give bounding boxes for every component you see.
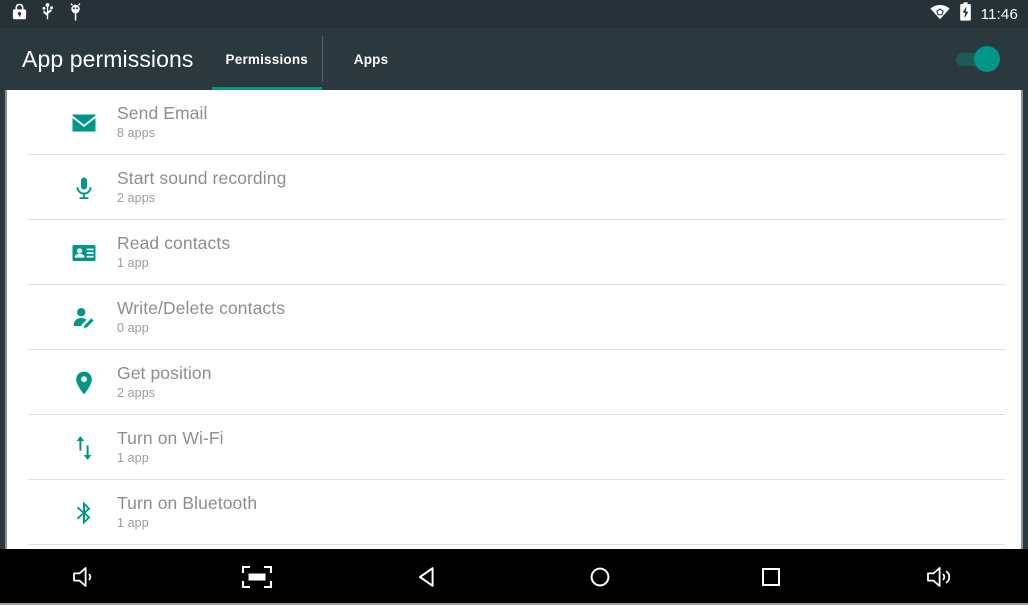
android-screen: 11:46 App permissions Permissions Apps S… xyxy=(0,0,1028,605)
app-bar: App permissions Permissions Apps xyxy=(0,28,1028,90)
list-item-text: Get position 2 apps xyxy=(117,363,212,402)
data-transfer-icon xyxy=(62,435,106,461)
list-item-title: Read contacts xyxy=(117,233,231,253)
contact-card-icon xyxy=(62,240,106,266)
permissions-list-container: Send Email 8 apps Start sound recording … xyxy=(0,90,1028,549)
list-item-text: Read contacts 1 app xyxy=(117,233,230,272)
list-item-count: 1 app xyxy=(117,516,149,530)
home-icon[interactable] xyxy=(514,549,685,605)
microphone-icon xyxy=(62,175,106,201)
wifi-icon xyxy=(929,4,950,25)
list-item-text: Write/Delete contacts 0 app xyxy=(117,298,285,337)
list-item-title: Write/Delete contacts xyxy=(117,298,286,318)
toggle-knob xyxy=(974,46,1000,72)
list-item-count: 0 app xyxy=(117,321,149,335)
page-title: App permissions xyxy=(22,45,194,72)
screenshot-icon[interactable] xyxy=(171,549,342,605)
navigation-bar xyxy=(0,549,1028,605)
volume-down-icon[interactable] xyxy=(0,549,171,605)
list-item-count: 1 app xyxy=(117,256,149,270)
list-item[interactable]: Send Email 8 apps xyxy=(5,90,1023,155)
bluetooth-icon xyxy=(62,500,106,526)
permissions-list: Send Email 8 apps Start sound recording … xyxy=(5,90,1023,545)
tab-permissions-label: Permissions xyxy=(225,51,309,67)
list-item[interactable]: Turn on Bluetooth 1 app xyxy=(5,480,1023,545)
tab-apps[interactable]: Apps xyxy=(323,28,419,90)
list-item-title: Start sound recording xyxy=(117,168,287,188)
list-item-title: Get position xyxy=(117,363,212,383)
recents-icon[interactable] xyxy=(685,549,856,605)
list-item[interactable]: Read contacts 1 app xyxy=(5,220,1023,285)
list-item-text: Turn on Wi-Fi 1 app xyxy=(117,428,224,467)
status-bar-left-icons xyxy=(12,2,83,26)
list-item[interactable]: Turn on Wi-Fi 1 app xyxy=(5,415,1023,480)
list-item-count: 2 apps xyxy=(117,191,156,205)
list-item-count: 8 apps xyxy=(117,126,156,140)
list-item-count: 2 apps xyxy=(117,386,156,400)
list-item-title: Turn on Bluetooth xyxy=(117,493,258,513)
list-item[interactable]: Get position 2 apps xyxy=(5,350,1023,415)
tab-permissions[interactable]: Permissions xyxy=(211,28,323,90)
list-item-title: Send Email xyxy=(117,103,208,123)
master-toggle[interactable] xyxy=(954,46,1006,72)
list-item-count: 1 app xyxy=(117,451,149,465)
list-item[interactable]: Write/Delete contacts 0 app xyxy=(5,285,1023,350)
status-bar-right-icons: 11:46 xyxy=(929,2,1018,26)
status-clock: 11:46 xyxy=(980,5,1018,23)
usb-icon xyxy=(41,2,54,26)
battery-charging-icon xyxy=(959,2,972,26)
list-item-title: Turn on Wi-Fi xyxy=(117,428,224,448)
tab-bar: Permissions Apps xyxy=(211,28,420,90)
email-icon xyxy=(62,110,106,136)
debug-icon xyxy=(68,2,83,26)
list-item[interactable]: Start sound recording 2 apps xyxy=(5,155,1023,220)
person-edit-icon xyxy=(62,305,106,331)
back-icon[interactable] xyxy=(343,549,514,605)
list-item-text: Send Email 8 apps xyxy=(117,103,208,142)
location-pin-icon xyxy=(62,370,106,396)
list-item-text: Start sound recording 2 apps xyxy=(117,168,286,207)
tab-apps-label: Apps xyxy=(353,51,389,67)
list-item-text: Turn on Bluetooth 1 app xyxy=(117,493,257,532)
status-bar: 11:46 xyxy=(0,0,1028,28)
volume-up-icon[interactable] xyxy=(857,549,1028,605)
lock-icon xyxy=(12,3,27,25)
